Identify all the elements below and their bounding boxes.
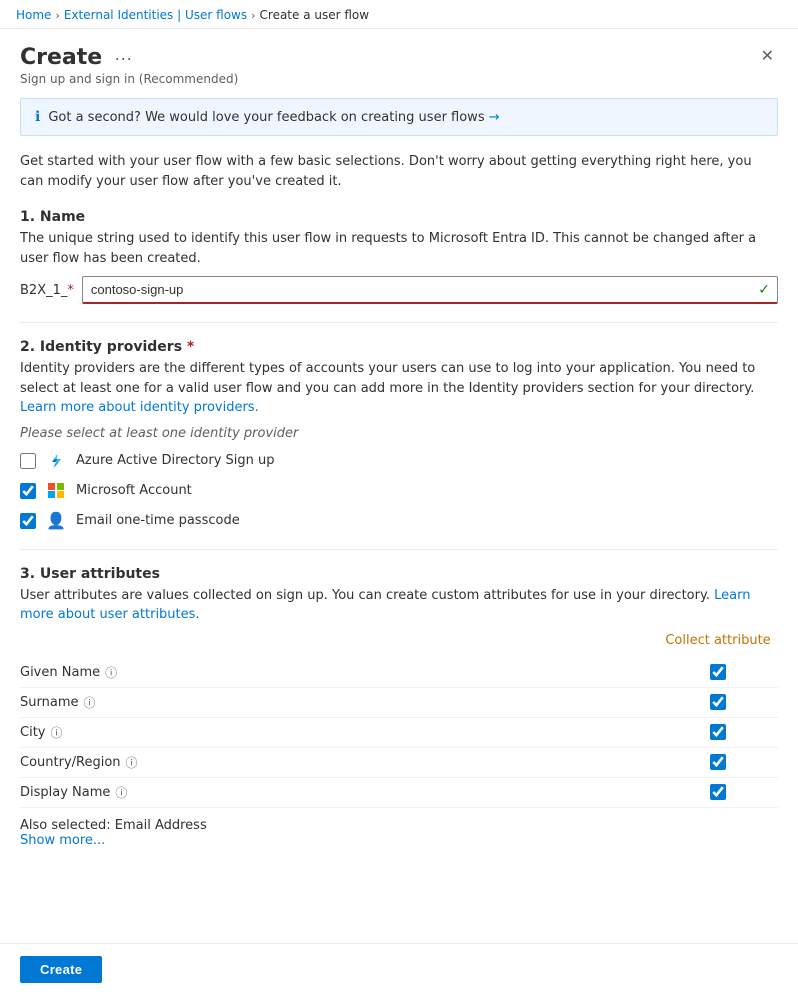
name-input-wrapper: ✓	[82, 276, 778, 304]
show-more-link[interactable]: Show more...	[20, 833, 105, 848]
provider-list: Azure Active Directory Sign up Microsoft…	[20, 451, 778, 531]
ms-icon-wrapper	[46, 481, 66, 501]
name-prefix: B2X_1_*	[20, 283, 74, 298]
attr-city-label: City ⓘ	[20, 724, 658, 741]
name-field-row: B2X_1_* ✓	[20, 276, 778, 304]
create-button[interactable]: Create	[20, 956, 102, 983]
subtitle: Sign up and sign in (Recommended)	[20, 72, 778, 86]
breadcrumb-home[interactable]: Home	[16, 8, 51, 22]
provider-otp-checkbox[interactable]	[20, 513, 36, 529]
attr-surname-info: ⓘ	[83, 694, 95, 711]
attr-row-city: City ⓘ	[20, 718, 778, 748]
name-input[interactable]	[82, 276, 778, 304]
breadcrumb-sep-2: ›	[251, 9, 255, 22]
section-name-desc: The unique string used to identify this …	[20, 229, 778, 268]
attr-country-info: ⓘ	[126, 754, 138, 771]
attr-country-checkbox[interactable]	[710, 754, 726, 770]
provider-aad-label: Azure Active Directory Sign up	[76, 453, 275, 468]
provider-otp[interactable]: 👤 Email one-time passcode	[20, 511, 778, 531]
section-attributes-desc: User attributes are values collected on …	[20, 586, 778, 625]
section-identity: 2. Identity providers * Identity provide…	[20, 339, 778, 531]
attr-row-displayname: Display Name ⓘ	[20, 778, 778, 808]
attr-givenname-checkbox[interactable]	[710, 664, 726, 680]
provider-aad[interactable]: Azure Active Directory Sign up	[20, 451, 778, 471]
page-container: Home › External Identities | User flows …	[0, 0, 798, 995]
attr-givenname-info: ⓘ	[105, 664, 117, 681]
attr-country-label: Country/Region ⓘ	[20, 754, 658, 771]
attr-givenname-label: Given Name ⓘ	[20, 664, 658, 681]
title-area: Create ···	[20, 45, 136, 70]
divider-2	[20, 549, 778, 550]
azure-icon-wrapper	[46, 451, 66, 471]
name-required: *	[67, 283, 74, 298]
breadcrumb-ext-identities[interactable]: External Identities | User flows	[64, 8, 247, 22]
attr-city-check-cell	[658, 724, 778, 740]
attr-col-name-header	[20, 633, 658, 648]
attr-row-givenname: Given Name ⓘ	[20, 658, 778, 688]
identity-learn-more[interactable]: Learn more about identity providers.	[20, 400, 259, 415]
attr-table-header: Collect attribute	[20, 633, 778, 652]
info-icon: ℹ	[35, 109, 40, 125]
section-identity-title: 2. Identity providers *	[20, 339, 778, 355]
attr-givenname-check-cell	[658, 664, 778, 680]
ms-sq-green	[57, 483, 64, 490]
attr-displayname-checkbox[interactable]	[710, 784, 726, 800]
info-banner: ℹ Got a second? We would love your feedb…	[20, 98, 778, 136]
attr-country-check-cell	[658, 754, 778, 770]
attr-city-info: ⓘ	[50, 724, 62, 741]
divider-1	[20, 322, 778, 323]
provider-ms-checkbox[interactable]	[20, 483, 36, 499]
main-content: Create ··· ✕ Sign up and sign in (Recomm…	[0, 29, 798, 943]
also-selected: Also selected: Email Address	[20, 818, 778, 833]
banner-text: Got a second? We would love your feedbac…	[48, 110, 499, 125]
page-title: Create	[20, 45, 102, 70]
ms-sq-red	[48, 483, 55, 490]
person-icon: 👤	[46, 511, 66, 530]
section-name-title: 1. Name	[20, 209, 778, 225]
banner-link[interactable]: →	[489, 110, 500, 125]
otp-icon-wrapper: 👤	[46, 511, 66, 531]
attr-col-collect-header: Collect attribute	[658, 633, 778, 648]
footer: Create	[0, 943, 798, 995]
attr-surname-label: Surname ⓘ	[20, 694, 658, 711]
provider-aad-checkbox[interactable]	[20, 453, 36, 469]
provider-otp-label: Email one-time passcode	[76, 513, 240, 528]
section-attributes-title: 3. User attributes	[20, 566, 778, 582]
attr-surname-check-cell	[658, 694, 778, 710]
azure-icon	[47, 452, 65, 470]
attr-row-surname: Surname ⓘ	[20, 688, 778, 718]
intro-text: Get started with your user flow with a f…	[20, 152, 778, 191]
breadcrumb: Home › External Identities | User flows …	[0, 0, 798, 29]
ms-sq-blue	[48, 491, 55, 498]
close-button[interactable]: ✕	[757, 45, 778, 69]
attr-row-country: Country/Region ⓘ	[20, 748, 778, 778]
attr-city-checkbox[interactable]	[710, 724, 726, 740]
provider-ms-label: Microsoft Account	[76, 483, 192, 498]
ms-sq-yellow	[57, 491, 64, 498]
microsoft-icon	[48, 483, 64, 499]
provider-ms[interactable]: Microsoft Account	[20, 481, 778, 501]
header-row: Create ··· ✕	[20, 45, 778, 70]
section-name: 1. Name The unique string used to identi…	[20, 209, 778, 304]
section-identity-desc: Identity providers are the different typ…	[20, 359, 778, 418]
attr-displayname-check-cell	[658, 784, 778, 800]
attr-displayname-label: Display Name ⓘ	[20, 784, 658, 801]
section-attributes: 3. User attributes User attributes are v…	[20, 566, 778, 848]
input-check-icon: ✓	[758, 282, 770, 298]
provider-warning: Please select at least one identity prov…	[20, 426, 778, 441]
breadcrumb-current: Create a user flow	[260, 8, 370, 22]
more-button[interactable]: ···	[110, 49, 136, 67]
attr-displayname-info: ⓘ	[115, 784, 127, 801]
breadcrumb-sep-1: ›	[55, 9, 59, 22]
attr-surname-checkbox[interactable]	[710, 694, 726, 710]
identity-required: *	[182, 339, 194, 355]
